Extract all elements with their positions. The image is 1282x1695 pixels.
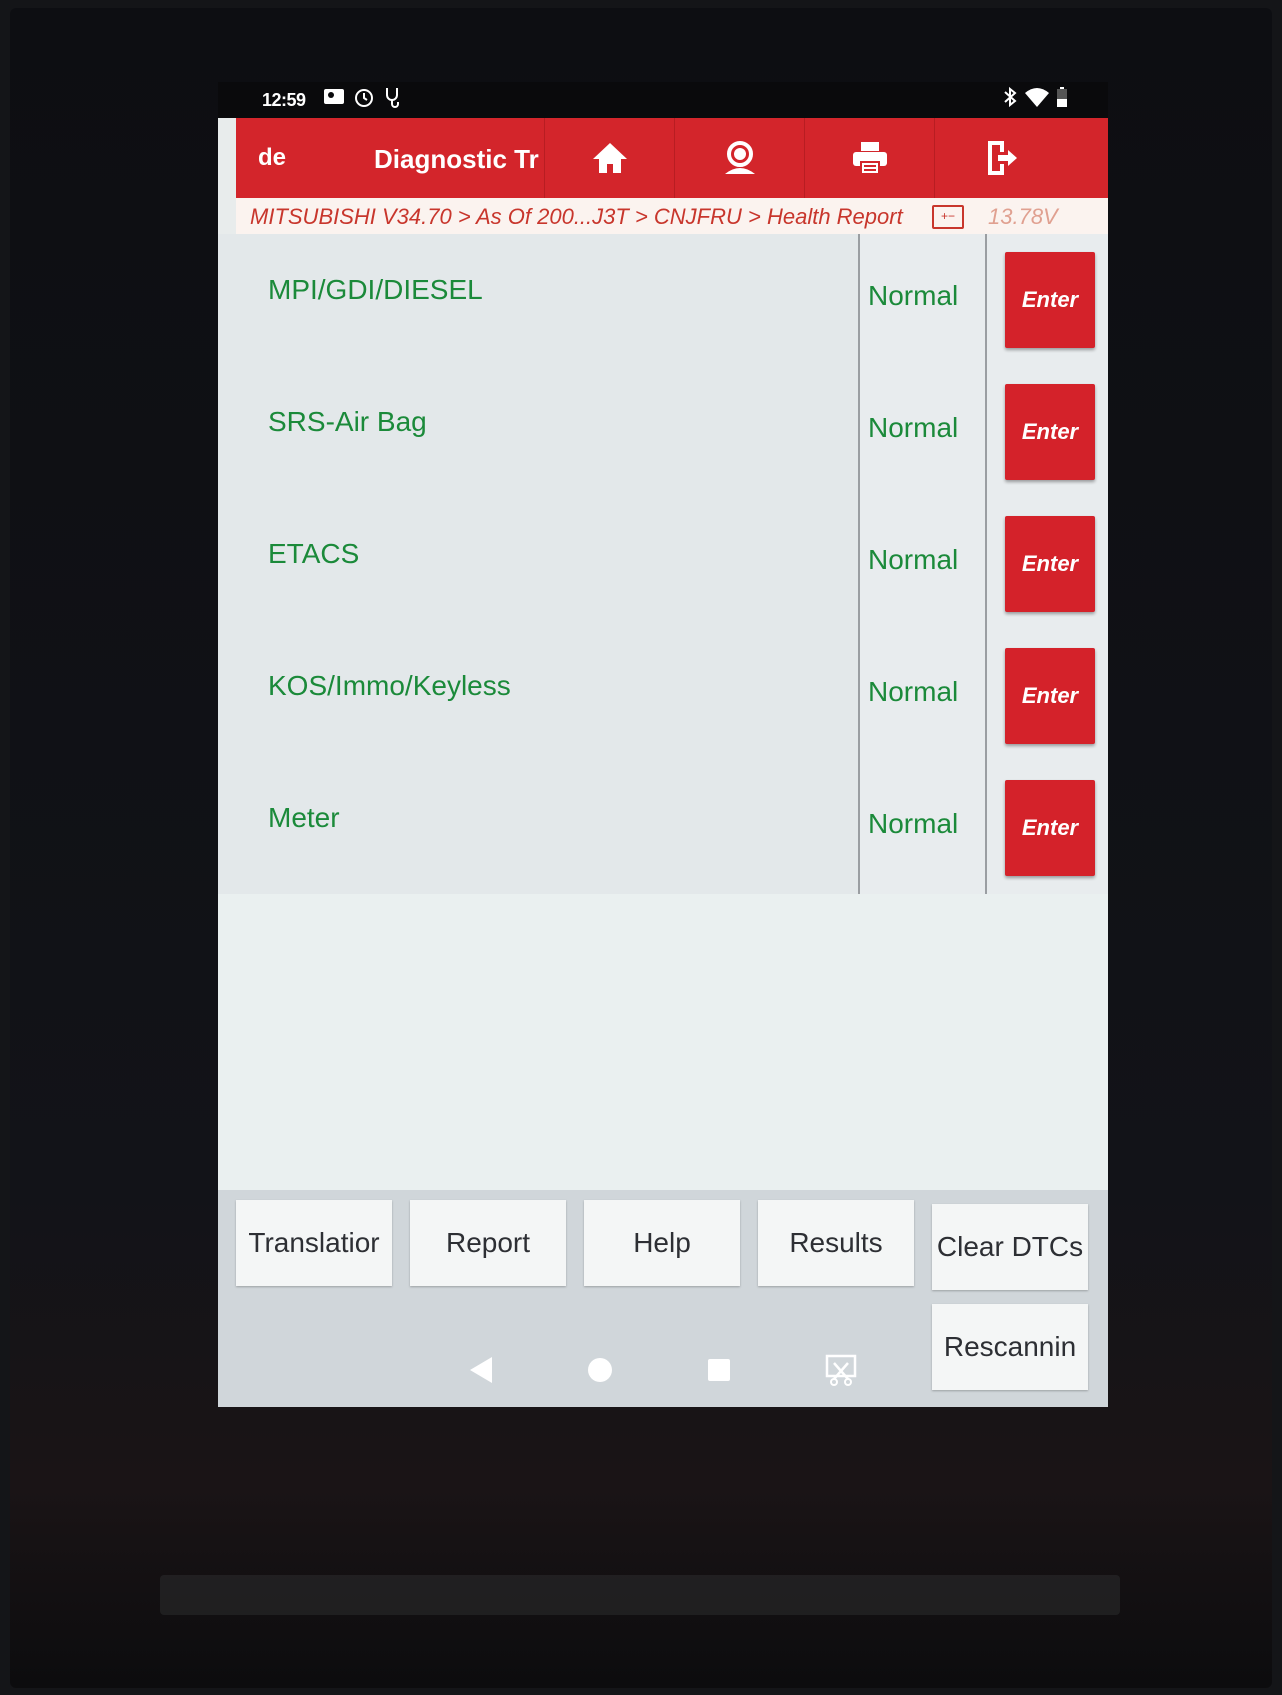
- print-button[interactable]: [804, 118, 935, 198]
- home-circle-icon[interactable]: [587, 1357, 613, 1383]
- enter-button[interactable]: Enter: [1005, 516, 1095, 612]
- list-item: KOS/Immo/Keyless Normal Enter: [218, 630, 1108, 765]
- wifi-icon: [1024, 86, 1050, 114]
- status-bar: 12:59: [218, 82, 1108, 118]
- bezel-edge: [160, 1575, 1120, 1615]
- breadcrumb-path: MITSUBISHI V34.70 > As Of 200...J3T > CN…: [250, 204, 903, 229]
- results-button[interactable]: Results: [758, 1200, 914, 1286]
- system-status: Normal: [868, 808, 959, 839]
- system-status: Normal: [868, 412, 959, 443]
- battery-voltage-icon: +−: [932, 205, 964, 229]
- header-left-label[interactable]: de: [258, 144, 286, 172]
- exit-button[interactable]: [934, 118, 1065, 198]
- help-button[interactable]: Help: [584, 1200, 740, 1286]
- system-status: Normal: [868, 676, 959, 707]
- header-title: Diagnostic Tr: [374, 144, 539, 174]
- battery-voltage: 13.78V: [988, 204, 1058, 229]
- system-name: MPI/GDI/DIESEL: [268, 274, 483, 305]
- clock: 12:59: [262, 90, 306, 110]
- timer-icon: [353, 86, 375, 114]
- bluetooth-icon: [1002, 86, 1018, 114]
- enter-button[interactable]: Enter: [1005, 252, 1095, 348]
- support-button[interactable]: [674, 118, 805, 198]
- home-button[interactable]: [544, 118, 675, 198]
- app-header: de Diagnostic Tr: [236, 118, 1108, 198]
- device-screen: 12:59 de Diagnostic Tr MITSUBISHI V34.70…: [218, 82, 1108, 1407]
- print-icon: [853, 142, 887, 175]
- stethoscope-icon: [383, 86, 403, 114]
- enter-button[interactable]: Enter: [1005, 648, 1095, 744]
- system-name: ETACS: [268, 538, 360, 569]
- clear-dtcs-button[interactable]: Clear DTCs: [932, 1204, 1088, 1290]
- system-name: Meter: [268, 802, 340, 833]
- android-nav-bar: [0, 1325, 1282, 1435]
- support-icon: [725, 141, 755, 174]
- list-item: ETACS Normal Enter: [218, 498, 1108, 633]
- list-item: SRS-Air Bag Normal Enter: [218, 366, 1108, 501]
- enter-button[interactable]: Enter: [1005, 780, 1095, 876]
- list-item: Meter Normal Enter: [218, 762, 1108, 897]
- battery-icon: [1056, 86, 1068, 114]
- report-button[interactable]: Report: [410, 1200, 566, 1286]
- system-status: Normal: [868, 280, 959, 311]
- photo-icon: [323, 86, 345, 114]
- system-status: Normal: [868, 544, 959, 575]
- recents-icon[interactable]: [707, 1358, 731, 1382]
- breadcrumb: MITSUBISHI V34.70 > As Of 200...J3T > CN…: [236, 198, 1108, 234]
- list-item: MPI/GDI/DIESEL Normal Enter: [218, 234, 1108, 369]
- screenshot-icon[interactable]: [824, 1353, 858, 1387]
- system-name: SRS-Air Bag: [268, 406, 427, 437]
- system-name: KOS/Immo/Keyless: [268, 670, 511, 701]
- back-icon[interactable]: [468, 1355, 494, 1385]
- list-empty-area: [218, 894, 1108, 1190]
- home-icon: [593, 143, 627, 173]
- exit-icon: [988, 141, 1017, 175]
- enter-button[interactable]: Enter: [1005, 384, 1095, 480]
- translation-button[interactable]: Translatior: [236, 1200, 392, 1286]
